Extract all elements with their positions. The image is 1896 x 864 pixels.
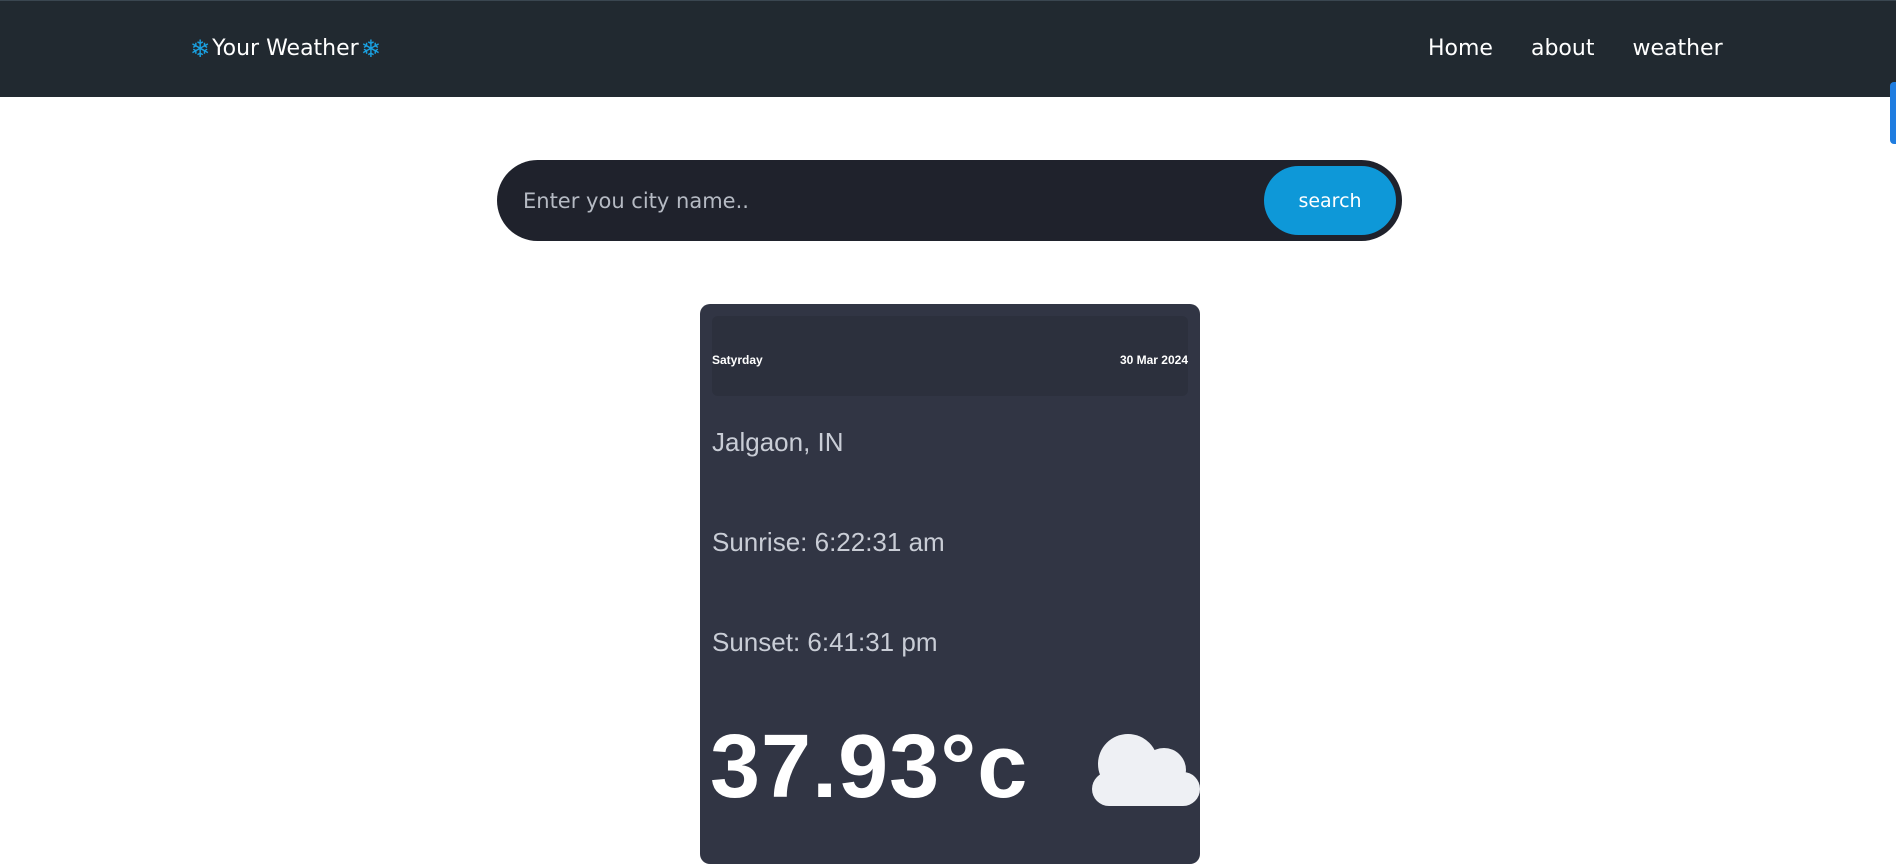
brand-title: Your Weather	[212, 36, 359, 61]
date-label: 30 Mar 2024	[1119, 353, 1188, 367]
nav-link-weather[interactable]: weather	[1632, 35, 1722, 63]
sunset-time: Sunset: 6:41:31 pm	[712, 627, 938, 657]
nav-links: Home about weather	[1428, 35, 1723, 63]
city-name: Jalgaon, IN	[712, 427, 844, 457]
weather-card: Satyrday 30 Mar 2024 Jalgaon, IN Sunrise…	[700, 304, 1200, 864]
nav-link-home[interactable]: Home	[1428, 35, 1493, 63]
temperature-value: 37.93°c	[710, 717, 1029, 817]
day-label: Satyrday	[712, 353, 763, 367]
snowflake-icon: ❄	[360, 35, 381, 63]
search-button[interactable]: search	[1264, 166, 1396, 235]
navbar: ❄ Your Weather ❄ Home about weather	[0, 0, 1896, 97]
brand[interactable]: ❄ Your Weather ❄	[190, 35, 381, 63]
edge-tab[interactable]	[1890, 82, 1896, 144]
card-header: Satyrday 30 Mar 2024	[712, 316, 1188, 396]
snowflake-icon: ❄	[190, 35, 211, 63]
cloud-icon	[1092, 734, 1200, 806]
sunrise-time: Sunrise: 6:22:31 am	[712, 527, 945, 557]
nav-link-about[interactable]: about	[1531, 35, 1594, 63]
city-search-input[interactable]	[521, 178, 1245, 224]
search-bar: search	[497, 160, 1402, 241]
